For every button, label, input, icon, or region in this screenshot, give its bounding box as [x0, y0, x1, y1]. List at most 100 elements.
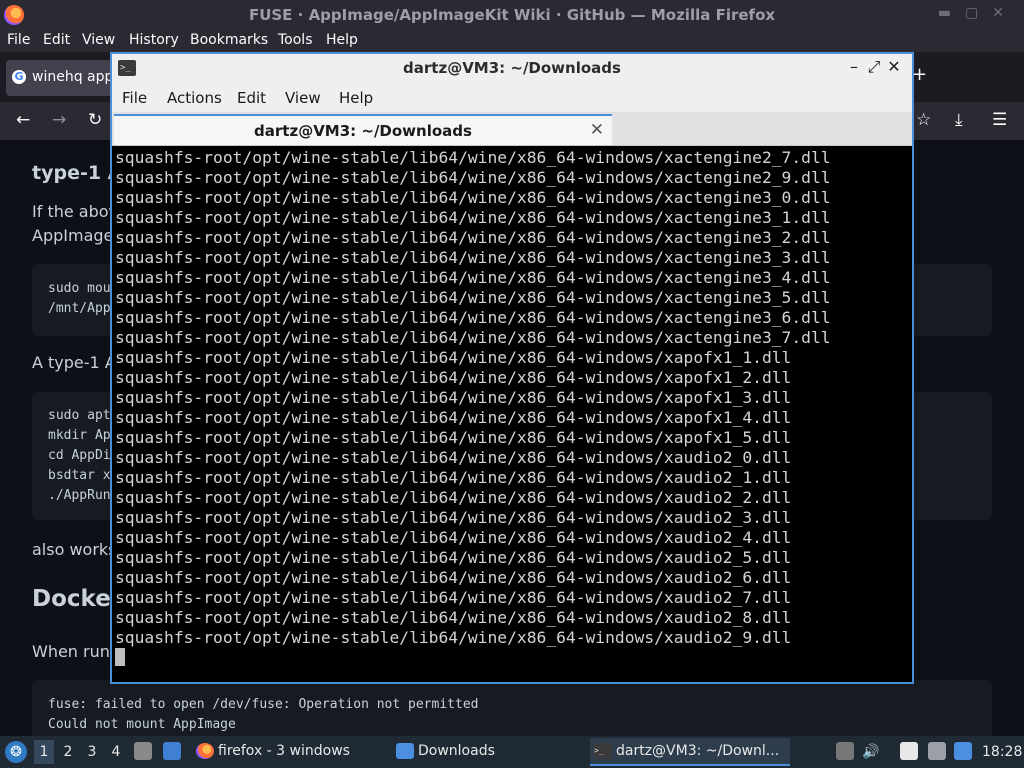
folder-icon [396, 743, 414, 759]
downloads-icon[interactable]: ⤓ [955, 110, 963, 130]
network-icon[interactable] [954, 742, 972, 760]
firefox-menubar: File Edit View History Bookmarks Tools H… [0, 30, 1024, 52]
reload-icon[interactable]: ↻ [88, 110, 102, 130]
close-icon[interactable]: ✕ [992, 5, 1018, 21]
maximize-icon[interactable]: ▢ [965, 5, 992, 21]
terminal-line: squashfs-root/opt/wine-stable/lib64/wine… [115, 568, 792, 587]
terminal-line: squashfs-root/opt/wine-stable/lib64/wine… [115, 148, 831, 167]
code-line: fuse: failed to open /dev/fuse: Operatio… [48, 697, 479, 712]
terminal-output[interactable]: squashfs-root/opt/wine-stable/lib64/wine… [112, 146, 912, 682]
terminal-line: squashfs-root/opt/wine-stable/lib64/wine… [115, 268, 831, 287]
heading-docker: Docker [32, 586, 123, 612]
terminal-line: squashfs-root/opt/wine-stable/lib64/wine… [115, 208, 831, 227]
menu-bookmarks[interactable]: Bookmarks [190, 32, 268, 48]
terminal-window[interactable]: >_ dartz@VM3: ~/Downloads – ⤢ ✕ File Actio… [110, 52, 914, 684]
code-line: bsdtar x [48, 468, 111, 483]
terminal-line: squashfs-root/opt/wine-stable/lib64/wine… [115, 508, 792, 527]
terminal-titlebar[interactable]: >_ dartz@VM3: ~/Downloads – ⤢ ✕ [112, 54, 912, 82]
clock[interactable]: 18:28 [982, 744, 1022, 760]
menu-view[interactable]: View [82, 32, 115, 48]
terminal-lines: squashfs-root/opt/wine-stable/lib64/wine… [115, 148, 831, 648]
terminal-tabbar: dartz@VM3: ~/Downloads ✕ [112, 112, 912, 146]
new-tab-button[interactable]: + [912, 64, 927, 85]
start-menu-icon[interactable]: ❂ [5, 741, 27, 763]
code-line: sudo mou [48, 281, 111, 296]
keyboard-icon[interactable] [928, 742, 946, 760]
volume-icon[interactable]: 🔊 [862, 744, 879, 760]
terminal-window-title: dartz@VM3: ~/Downloads [403, 59, 621, 77]
bookmark-star-icon[interactable]: ☆ [916, 110, 931, 130]
terminal-line: squashfs-root/opt/wine-stable/lib64/wine… [115, 468, 792, 487]
terminal-line: squashfs-root/opt/wine-stable/lib64/wine… [115, 188, 831, 207]
terminal-window-controls: – ⤢ ✕ [844, 57, 904, 77]
menu-help[interactable]: Help [326, 32, 358, 48]
browser-tab-label: winehq app [32, 69, 114, 85]
terminal-tab[interactable]: dartz@VM3: ~/Downloads ✕ [114, 114, 612, 145]
back-icon[interactable]: ← [16, 110, 30, 130]
terminal-line: squashfs-root/opt/wine-stable/lib64/wine… [115, 308, 831, 327]
terminal-menu-edit[interactable]: Edit [237, 89, 266, 107]
menu-file[interactable]: File [7, 32, 30, 48]
workspace-4[interactable]: 4 [106, 744, 126, 760]
close-tab-icon[interactable]: ✕ [590, 120, 604, 140]
file-manager-launcher-icon[interactable] [134, 742, 152, 760]
task-label: firefox - 3 windows [218, 743, 350, 759]
task-label: dartz@VM3: ~/Downl... [616, 743, 780, 759]
terminal-menu-actions[interactable]: Actions [167, 89, 222, 107]
google-icon: G [12, 70, 26, 84]
workspace-2[interactable]: 2 [58, 744, 78, 760]
terminal-line: squashfs-root/opt/wine-stable/lib64/wine… [115, 448, 792, 467]
firefox-titlebar: FUSE · AppImage/AppImageKit Wiki · GitHu… [0, 0, 1024, 30]
firefox-window-title: FUSE · AppImage/AppImageKit Wiki · GitHu… [248, 6, 776, 24]
terminal-line: squashfs-root/opt/wine-stable/lib64/wine… [115, 608, 792, 627]
menu-history[interactable]: History [129, 32, 179, 48]
minimize-icon[interactable]: ▬ [938, 5, 965, 21]
para-also-works: also works. [32, 540, 122, 559]
firefox-window-controls[interactable]: ▬▢✕ [938, 5, 1018, 21]
terminal-line: squashfs-root/opt/wine-stable/lib64/wine… [115, 248, 831, 267]
code-line: ./AppRun [48, 488, 111, 503]
terminal-line: squashfs-root/opt/wine-stable/lib64/wine… [115, 588, 792, 607]
forward-icon[interactable]: → [52, 110, 66, 130]
browser-tab[interactable]: G winehq app [6, 60, 114, 96]
minimize-icon[interactable]: – [844, 57, 864, 76]
terminal-line: squashfs-root/opt/wine-stable/lib64/wine… [115, 288, 831, 307]
terminal-line: squashfs-root/opt/wine-stable/lib64/wine… [115, 428, 792, 447]
terminal-line: squashfs-root/opt/wine-stable/lib64/wine… [115, 408, 792, 427]
terminal-cursor [115, 648, 125, 666]
terminal-menu-view[interactable]: View [285, 89, 321, 107]
code-line: mkdir Ap [48, 428, 111, 443]
show-desktop-icon[interactable] [163, 742, 181, 760]
taskbar: ❂ 1 2 3 4 firefox - 3 windows Downloads … [0, 736, 1024, 768]
notes-icon[interactable] [900, 742, 918, 760]
task-label: Downloads [418, 743, 495, 759]
task-terminal[interactable]: >_ dartz@VM3: ~/Downl... [590, 738, 790, 766]
code-line: Could not mount AppImage [48, 717, 236, 732]
terminal-menu-file[interactable]: File [122, 89, 147, 107]
code-line: sudo apt [48, 408, 111, 423]
firefox-icon [196, 743, 214, 759]
workspace-3[interactable]: 3 [82, 744, 102, 760]
terminal-line: squashfs-root/opt/wine-stable/lib64/wine… [115, 628, 792, 647]
terminal-tab-label: dartz@VM3: ~/Downloads [254, 122, 472, 140]
task-downloads[interactable]: Downloads [392, 738, 582, 766]
restore-icon[interactable]: ⤢ [864, 57, 884, 77]
workspace-1[interactable]: 1 [34, 740, 54, 764]
close-icon[interactable]: ✕ [884, 57, 904, 76]
terminal-line: squashfs-root/opt/wine-stable/lib64/wine… [115, 348, 792, 367]
para-if-above-2: AppImage [32, 226, 114, 245]
clipboard-icon[interactable] [836, 742, 854, 760]
terminal-line: squashfs-root/opt/wine-stable/lib64/wine… [115, 528, 792, 547]
terminal-line: squashfs-root/opt/wine-stable/lib64/wine… [115, 328, 831, 347]
task-firefox[interactable]: firefox - 3 windows [192, 738, 382, 766]
terminal-line: squashfs-root/opt/wine-stable/lib64/wine… [115, 488, 792, 507]
menu-edit[interactable]: Edit [43, 32, 70, 48]
code-line: /mnt/App [48, 301, 111, 316]
terminal-line: squashfs-root/opt/wine-stable/lib64/wine… [115, 388, 792, 407]
heading-type1: type-1 A [32, 162, 123, 184]
menu-tools[interactable]: Tools [278, 32, 313, 48]
terminal-line: squashfs-root/opt/wine-stable/lib64/wine… [115, 168, 831, 187]
terminal-menubar: File Actions Edit View Help [112, 82, 912, 112]
terminal-menu-help[interactable]: Help [339, 89, 373, 107]
hamburger-menu-icon[interactable]: ☰ [992, 110, 1007, 130]
